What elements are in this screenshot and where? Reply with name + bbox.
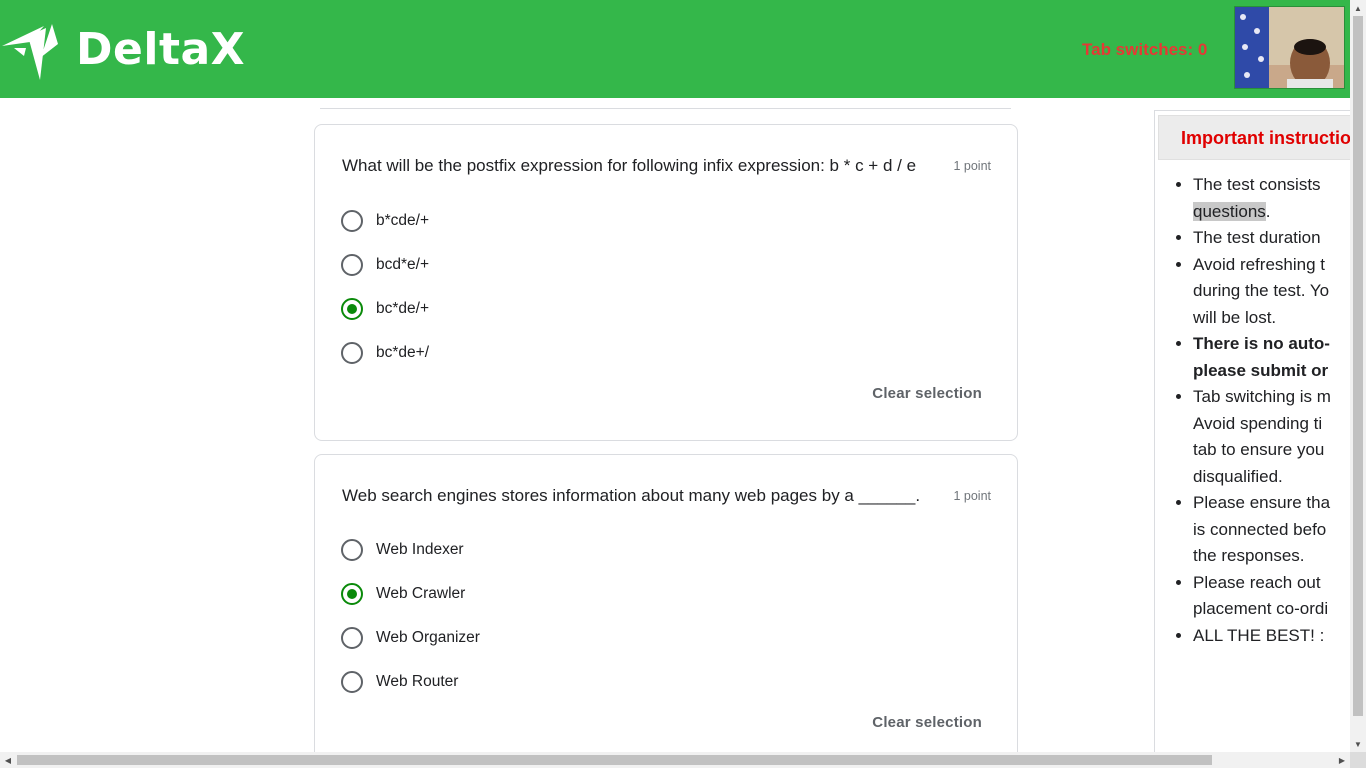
scroll-up-icon[interactable]: ▲ xyxy=(1350,0,1366,16)
question-title: What will be the postfix expression for … xyxy=(342,156,917,175)
header-bar: DeltaX Tab switches: 0 xyxy=(0,0,1350,98)
question-card: What will be the postfix expression for … xyxy=(314,124,1018,441)
tab-switches-counter: Tab switches: 0 xyxy=(1082,40,1208,59)
instruction-item: Avoid refreshing t during the test. Yo w… xyxy=(1193,252,1350,332)
instructions-panel: Important instructio The test consists q… xyxy=(1154,110,1350,768)
scroll-left-icon[interactable]: ◀ xyxy=(0,752,16,768)
webcam-preview xyxy=(1234,6,1345,89)
vertical-scrollbar[interactable]: ▲ ▼ xyxy=(1350,0,1366,752)
option-label: bcd*e/+ xyxy=(376,256,430,273)
brand-name: DeltaX xyxy=(76,23,246,75)
instruction-item: The test duration xyxy=(1193,225,1350,252)
radio-button[interactable] xyxy=(341,539,363,561)
option-label: bc*de/+ xyxy=(376,300,430,317)
instruction-item: Tab switching is m Avoid spending ti tab… xyxy=(1193,384,1350,490)
instructions-header: Important instructio xyxy=(1158,115,1350,160)
option-label: b*cde/+ xyxy=(376,212,430,229)
radio-button-selected[interactable] xyxy=(341,298,363,320)
webcam-image xyxy=(1235,7,1344,88)
option-radio[interactable]: bcd*e/+ xyxy=(341,253,429,277)
question-points: 1 point xyxy=(953,489,991,503)
deltax-logo-icon xyxy=(2,24,58,80)
radio-button[interactable] xyxy=(341,671,363,693)
horizontal-scroll-thumb[interactable] xyxy=(17,755,1212,765)
radio-button[interactable] xyxy=(341,254,363,276)
instruction-item: ALL THE BEST! : xyxy=(1193,623,1350,650)
option-label: Web Organizer xyxy=(376,629,480,646)
radio-button[interactable] xyxy=(341,627,363,649)
option-radio[interactable]: Web Crawler xyxy=(341,582,465,606)
option-radio[interactable]: bc*de/+ xyxy=(341,297,429,321)
scroll-down-icon[interactable]: ▼ xyxy=(1350,736,1366,752)
instruction-item: Please ensure tha is connected befo the … xyxy=(1193,490,1350,570)
option-label: Web Indexer xyxy=(376,541,464,558)
option-radio[interactable]: Web Organizer xyxy=(341,626,480,650)
instructions-title: Important instructio xyxy=(1181,128,1350,148)
radio-button[interactable] xyxy=(341,342,363,364)
clear-selection-button[interactable]: Clear selection xyxy=(872,714,982,731)
clear-selection-button[interactable]: Clear selection xyxy=(872,385,982,402)
divider xyxy=(320,108,1011,109)
option-label: Web Router xyxy=(376,673,459,690)
vertical-scroll-thumb[interactable] xyxy=(1353,16,1363,716)
question-points: 1 point xyxy=(953,159,991,173)
scroll-right-icon[interactable]: ▶ xyxy=(1334,752,1350,768)
option-radio[interactable]: b*cde/+ xyxy=(341,209,429,233)
brand-logo: DeltaX xyxy=(0,18,245,80)
radio-button-selected[interactable] xyxy=(341,583,363,605)
scrollbar-corner xyxy=(1350,752,1366,768)
page: DeltaX Tab switches: 0 What will be the … xyxy=(0,0,1366,768)
instruction-item-bold: There is no auto- please submit or xyxy=(1193,331,1350,384)
radio-button[interactable] xyxy=(341,210,363,232)
instruction-item: Please reach out placement co-ordi xyxy=(1193,570,1350,623)
highlighted-text: questions xyxy=(1193,201,1266,221)
option-label: bc*de+/ xyxy=(376,344,430,361)
question-card: Web search engines stores information ab… xyxy=(314,454,1018,764)
question-title: Web search engines stores information ab… xyxy=(342,486,921,505)
instruction-item: The test consists questions. xyxy=(1193,172,1350,225)
option-label: Web Crawler xyxy=(376,585,466,602)
instructions-list: The test consists questions. The test du… xyxy=(1193,172,1350,649)
option-radio[interactable]: Web Indexer xyxy=(341,538,464,562)
option-radio[interactable]: Web Router xyxy=(341,670,458,694)
horizontal-scrollbar[interactable]: ◀ ▶ xyxy=(0,752,1350,768)
option-radio[interactable]: bc*de+/ xyxy=(341,341,429,365)
